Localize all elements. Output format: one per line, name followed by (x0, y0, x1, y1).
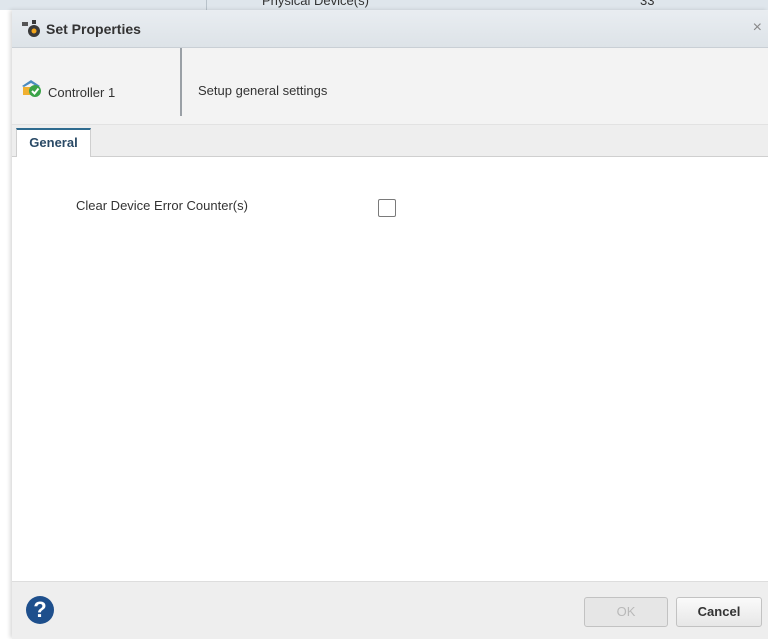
dialog-header: Controller 1 Setup general settings (12, 48, 768, 125)
dialog-footer: ? OK Cancel (12, 581, 768, 639)
controller-label: Controller 1 (48, 85, 116, 100)
clear-counters-checkbox[interactable] (378, 199, 396, 217)
cancel-button[interactable]: Cancel (676, 597, 762, 627)
ok-button[interactable]: OK (584, 597, 668, 627)
tab-bar: General (12, 125, 768, 157)
tab-general[interactable]: General (16, 128, 91, 157)
dialog-titlebar[interactable]: Set Properties × (12, 10, 768, 48)
header-subtitle: Setup general settings (198, 83, 328, 98)
background-app-strip: Physical Device(s) 33 (0, 0, 768, 10)
set-properties-dialog: Set Properties × Controller 1 Setup gene… (12, 10, 768, 639)
close-icon[interactable]: × (753, 19, 762, 37)
controller-ok-icon (22, 80, 41, 97)
dialog-title: Set Properties (46, 21, 141, 37)
controller-settings-icon (22, 20, 40, 37)
background-divider (206, 0, 207, 10)
general-panel: Clear Device Error Counter(s) (12, 157, 768, 581)
help-icon[interactable]: ? (26, 596, 54, 624)
background-row-count: 33 (640, 0, 655, 8)
background-row-text: Physical Device(s) (262, 0, 369, 8)
clear-counters-label: Clear Device Error Counter(s) (76, 198, 248, 213)
header-divider (180, 48, 182, 116)
